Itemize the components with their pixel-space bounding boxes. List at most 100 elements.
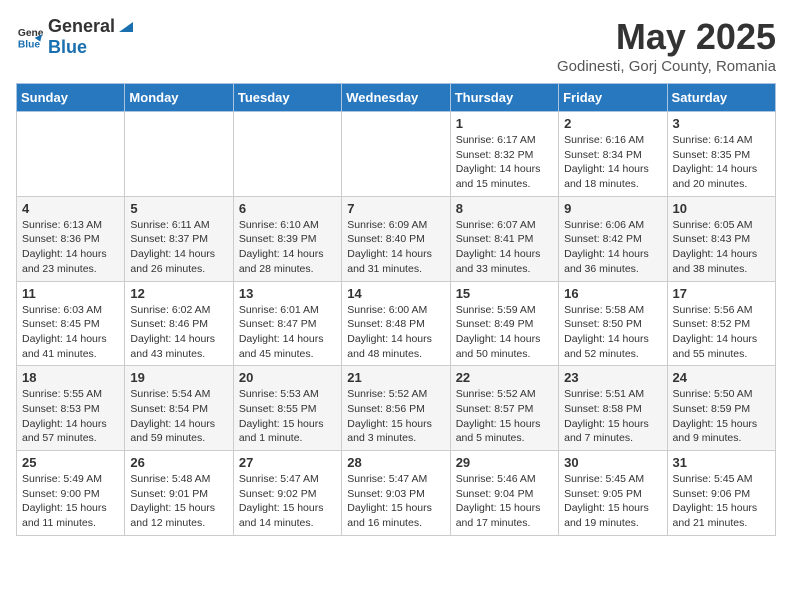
logo-text-blue: Blue: [48, 37, 135, 58]
day-info: Sunrise: 5:47 AM Sunset: 9:02 PM Dayligh…: [239, 472, 336, 531]
day-cell: 10Sunrise: 6:05 AM Sunset: 8:43 PM Dayli…: [667, 196, 775, 281]
month-title: May 2025: [557, 16, 776, 58]
day-cell: 14 Sunrise: 6:00 AM Sunset: 8:48 PM Dayli…: [342, 281, 450, 366]
day-info: Sunrise: 5:45 AM Sunset: 9:05 PM Dayligh…: [564, 472, 661, 531]
day-info: Sunrise: 5:47 AM Sunset: 9:03 PM Dayligh…: [347, 472, 444, 531]
day-number: 27: [239, 455, 336, 470]
logo-icon: General Blue: [16, 23, 44, 51]
day-number: 9: [564, 201, 661, 216]
day-cell: 13 Sunrise: 6:01 AM Sunset: 8:47 PM Dayli…: [233, 281, 341, 366]
day-info: Sunrise: 6:03 AM Sunset: 8:45 PM Dayligh…: [22, 303, 119, 362]
weekday-header-sunday: Sunday: [17, 84, 125, 112]
day-number: 16: [564, 286, 661, 301]
day-number: 14: [347, 286, 444, 301]
day-number: 21: [347, 370, 444, 385]
day-info: Sunrise: 6:13 AM Sunset: 8:36 PM Dayligh…: [22, 218, 119, 277]
week-row-4: 18Sunrise: 5:55 AM Sunset: 8:53 PM Dayli…: [17, 366, 776, 451]
day-cell: 18Sunrise: 5:55 AM Sunset: 8:53 PM Dayli…: [17, 366, 125, 451]
week-row-5: 25 Sunrise: 5:49 AM Sunset: 9:00 PM Dayli…: [17, 451, 776, 536]
weekday-header-wednesday: Wednesday: [342, 84, 450, 112]
day-number: 30: [564, 455, 661, 470]
day-number: 8: [456, 201, 553, 216]
day-number: 24: [673, 370, 770, 385]
day-number: 28: [347, 455, 444, 470]
day-info: Sunrise: 6:07 AM Sunset: 8:41 PM Dayligh…: [456, 218, 553, 277]
day-cell: 24 Sunrise: 5:50 AM Sunset: 8:59 PM Dayli…: [667, 366, 775, 451]
day-number: 10: [673, 201, 770, 216]
day-info: Sunrise: 5:45 AM Sunset: 9:06 PM Dayligh…: [673, 472, 770, 531]
day-cell: 12Sunrise: 6:02 AM Sunset: 8:46 PM Dayli…: [125, 281, 233, 366]
day-number: 23: [564, 370, 661, 385]
day-number: 26: [130, 455, 227, 470]
day-number: 18: [22, 370, 119, 385]
day-cell: [342, 112, 450, 197]
day-cell: 23Sunrise: 5:51 AM Sunset: 8:58 PM Dayli…: [559, 366, 667, 451]
day-info: Sunrise: 5:49 AM Sunset: 9:00 PM Dayligh…: [22, 472, 119, 531]
day-info: Sunrise: 6:16 AM Sunset: 8:34 PM Dayligh…: [564, 133, 661, 192]
day-info: Sunrise: 5:52 AM Sunset: 8:56 PM Dayligh…: [347, 387, 444, 446]
day-info: Sunrise: 6:01 AM Sunset: 8:47 PM Dayligh…: [239, 303, 336, 362]
day-cell: [17, 112, 125, 197]
logo: General Blue General Blue: [16, 16, 135, 58]
day-cell: 25 Sunrise: 5:49 AM Sunset: 9:00 PM Dayli…: [17, 451, 125, 536]
day-info: Sunrise: 5:50 AM Sunset: 8:59 PM Dayligh…: [673, 387, 770, 446]
day-cell: 19 Sunrise: 5:54 AM Sunset: 8:54 PM Dayli…: [125, 366, 233, 451]
day-cell: 20 Sunrise: 5:53 AM Sunset: 8:55 PM Dayli…: [233, 366, 341, 451]
day-cell: 5 Sunrise: 6:11 AM Sunset: 8:37 PM Daylig…: [125, 196, 233, 281]
day-cell: 7 Sunrise: 6:09 AM Sunset: 8:40 PM Daylig…: [342, 196, 450, 281]
header: General Blue General Blue May 2025 Godin…: [16, 16, 776, 75]
day-cell: 30 Sunrise: 5:45 AM Sunset: 9:05 PM Dayli…: [559, 451, 667, 536]
day-info: Sunrise: 6:06 AM Sunset: 8:42 PM Dayligh…: [564, 218, 661, 277]
day-number: 31: [673, 455, 770, 470]
day-info: Sunrise: 6:14 AM Sunset: 8:35 PM Dayligh…: [673, 133, 770, 192]
day-info: Sunrise: 5:46 AM Sunset: 9:04 PM Dayligh…: [456, 472, 553, 531]
day-cell: [233, 112, 341, 197]
day-info: Sunrise: 5:52 AM Sunset: 8:57 PM Dayligh…: [456, 387, 553, 446]
day-cell: 21 Sunrise: 5:52 AM Sunset: 8:56 PM Dayli…: [342, 366, 450, 451]
svg-text:Blue: Blue: [18, 39, 41, 50]
location-title: Godinesti, Gorj County, Romania: [557, 58, 776, 75]
day-info: Sunrise: 6:17 AM Sunset: 8:32 PM Dayligh…: [456, 133, 553, 192]
day-number: 5: [130, 201, 227, 216]
day-number: 29: [456, 455, 553, 470]
day-cell: 9 Sunrise: 6:06 AM Sunset: 8:42 PM Daylig…: [559, 196, 667, 281]
day-cell: 29 Sunrise: 5:46 AM Sunset: 9:04 PM Dayli…: [450, 451, 558, 536]
day-cell: 4 Sunrise: 6:13 AM Sunset: 8:36 PM Daylig…: [17, 196, 125, 281]
weekday-header-thursday: Thursday: [450, 84, 558, 112]
day-cell: [125, 112, 233, 197]
day-number: 17: [673, 286, 770, 301]
logo-triangle-icon: [117, 18, 135, 36]
day-info: Sunrise: 5:53 AM Sunset: 8:55 PM Dayligh…: [239, 387, 336, 446]
weekday-header-friday: Friday: [559, 84, 667, 112]
day-number: 4: [22, 201, 119, 216]
day-cell: 31 Sunrise: 5:45 AM Sunset: 9:06 PM Dayli…: [667, 451, 775, 536]
day-info: Sunrise: 6:11 AM Sunset: 8:37 PM Dayligh…: [130, 218, 227, 277]
day-cell: 6 Sunrise: 6:10 AM Sunset: 8:39 PM Daylig…: [233, 196, 341, 281]
day-cell: 27 Sunrise: 5:47 AM Sunset: 9:02 PM Dayli…: [233, 451, 341, 536]
calendar-table: SundayMondayTuesdayWednesdayThursdayFrid…: [16, 83, 776, 536]
day-cell: 11Sunrise: 6:03 AM Sunset: 8:45 PM Dayli…: [17, 281, 125, 366]
day-number: 19: [130, 370, 227, 385]
week-row-1: 1Sunrise: 6:17 AM Sunset: 8:32 PM Daylig…: [17, 112, 776, 197]
day-number: 12: [130, 286, 227, 301]
day-info: Sunrise: 6:09 AM Sunset: 8:40 PM Dayligh…: [347, 218, 444, 277]
day-cell: 3 Sunrise: 6:14 AM Sunset: 8:35 PM Daylig…: [667, 112, 775, 197]
day-info: Sunrise: 5:56 AM Sunset: 8:52 PM Dayligh…: [673, 303, 770, 362]
day-info: Sunrise: 5:54 AM Sunset: 8:54 PM Dayligh…: [130, 387, 227, 446]
day-number: 13: [239, 286, 336, 301]
weekday-header-monday: Monday: [125, 84, 233, 112]
title-area: May 2025 Godinesti, Gorj County, Romania: [557, 16, 776, 75]
day-number: 6: [239, 201, 336, 216]
day-cell: 17 Sunrise: 5:56 AM Sunset: 8:52 PM Dayli…: [667, 281, 775, 366]
day-number: 25: [22, 455, 119, 470]
day-info: Sunrise: 6:00 AM Sunset: 8:48 PM Dayligh…: [347, 303, 444, 362]
day-cell: 26 Sunrise: 5:48 AM Sunset: 9:01 PM Dayli…: [125, 451, 233, 536]
day-number: 3: [673, 116, 770, 131]
day-info: Sunrise: 5:48 AM Sunset: 9:01 PM Dayligh…: [130, 472, 227, 531]
day-cell: 2Sunrise: 6:16 AM Sunset: 8:34 PM Daylig…: [559, 112, 667, 197]
weekday-header-tuesday: Tuesday: [233, 84, 341, 112]
day-number: 20: [239, 370, 336, 385]
day-number: 7: [347, 201, 444, 216]
day-info: Sunrise: 5:59 AM Sunset: 8:49 PM Dayligh…: [456, 303, 553, 362]
day-info: Sunrise: 6:10 AM Sunset: 8:39 PM Dayligh…: [239, 218, 336, 277]
